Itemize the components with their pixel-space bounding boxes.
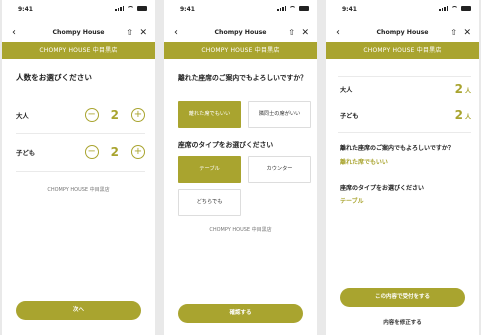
system-icons [439, 6, 471, 11]
edit-link[interactable]: 内容を修正する [326, 318, 479, 326]
store-banner: CHOMPY HOUSE 中目黒店 [164, 42, 317, 59]
system-icons [115, 6, 147, 11]
signal-icon [277, 6, 286, 11]
adult-row: 大人 − 2 + [16, 108, 145, 122]
confirm-button[interactable]: 確認する [178, 304, 303, 323]
summary-child-row: 子ども 2人 [340, 108, 471, 122]
adult-label: 大人 [16, 111, 29, 120]
submit-button[interactable]: この内容で受付をする [340, 288, 465, 307]
seat-type-question: 座席のタイプをお選びください [178, 141, 274, 149]
nav-title: Chompy House [214, 29, 267, 36]
nav-title: Chompy House [376, 29, 429, 36]
phone-screen-summary: 9:41 ‹ Chompy House ⇧ ✕ CHOMPY HOUSE 中目黒… [326, 0, 479, 335]
option-either[interactable]: どちらでも [178, 189, 241, 216]
store-name: CHOMPY HOUSE 中目黒店 [47, 187, 110, 193]
child-label: 子ども [16, 148, 36, 157]
summary-answer-seat-type: テーブル [340, 198, 364, 205]
summary-question-seat-type: 座席のタイプをお選びください [340, 185, 425, 192]
store-banner: CHOMPY HOUSE 中目黒店 [326, 42, 479, 59]
adult-count: 2 [110, 108, 119, 122]
status-bar: 9:41 [164, 0, 317, 24]
summary-answer-separate: 離れた席でもいい [340, 159, 388, 166]
back-icon[interactable]: ‹ [336, 24, 340, 42]
adult-minus-button[interactable]: − [84, 108, 99, 122]
option-together[interactable]: 隣同士の席がいい [248, 101, 311, 128]
status-bar: 9:41 [326, 0, 479, 24]
signal-icon [115, 6, 124, 11]
signal-icon [439, 6, 448, 11]
summary-question-separate: 離れた座席のご案内でもよろしいですか？ [340, 145, 454, 152]
summary-child-label: 子ども [340, 112, 359, 120]
child-count: 2 [110, 145, 119, 159]
divider [338, 132, 471, 133]
summary-adult-row: 大人 2人 [340, 82, 471, 96]
next-button[interactable]: 次へ [16, 301, 141, 320]
status-time: 9:41 [18, 6, 33, 13]
battery-icon [299, 6, 309, 11]
summary-child-value: 2人 [454, 108, 471, 122]
wifi-icon [289, 6, 296, 11]
battery-icon [461, 6, 471, 11]
divider [16, 171, 145, 172]
nav-bar: ‹ Chompy House ⇧ ✕ [2, 24, 155, 42]
summary-adult-label: 大人 [340, 86, 353, 94]
party-size-heading: 人数をお選びください [16, 73, 92, 82]
divider [16, 133, 145, 134]
back-icon[interactable]: ‹ [12, 24, 16, 42]
close-icon[interactable]: ✕ [463, 24, 471, 42]
battery-icon [137, 6, 147, 11]
option-separate-ok[interactable]: 離れた席でもいい [178, 101, 241, 128]
adult-plus-button[interactable]: + [131, 108, 145, 122]
system-icons [277, 6, 309, 11]
share-icon[interactable]: ⇧ [126, 24, 133, 42]
status-time: 9:41 [342, 6, 357, 13]
divider [338, 76, 471, 77]
wifi-icon [127, 6, 134, 11]
child-stepper: − 2 + [84, 145, 145, 159]
nav-title: Chompy House [52, 29, 105, 36]
nav-bar: ‹ Chompy House ⇧ ✕ [164, 24, 317, 42]
summary-adult-value: 2人 [454, 82, 471, 96]
nav-bar: ‹ Chompy House ⇧ ✕ [326, 24, 479, 42]
status-bar: 9:41 [2, 0, 155, 24]
store-banner: CHOMPY HOUSE 中目黒店 [2, 42, 155, 59]
wifi-icon [451, 6, 458, 11]
status-time: 9:41 [180, 6, 195, 13]
close-icon[interactable]: ✕ [301, 24, 309, 42]
adult-stepper: − 2 + [84, 108, 145, 122]
share-icon[interactable]: ⇧ [450, 24, 457, 42]
child-plus-button[interactable]: + [131, 145, 145, 159]
child-minus-button[interactable]: − [84, 145, 99, 159]
close-icon[interactable]: ✕ [139, 24, 147, 42]
option-counter[interactable]: カウンター [248, 156, 311, 183]
back-icon[interactable]: ‹ [174, 24, 178, 42]
store-name: CHOMPY HOUSE 中目黒店 [209, 227, 272, 233]
share-icon[interactable]: ⇧ [288, 24, 295, 42]
child-row: 子ども − 2 + [16, 145, 145, 159]
phone-screen-party-size: 9:41 ‹ Chompy House ⇧ ✕ CHOMPY HOUSE 中目黒… [2, 0, 155, 335]
option-table[interactable]: テーブル [178, 156, 241, 183]
separate-seat-question: 離れた座席のご案内でもよろしいですか？ [178, 74, 307, 82]
phone-screen-seat-options: 9:41 ‹ Chompy House ⇧ ✕ CHOMPY HOUSE 中目黒… [164, 0, 317, 335]
